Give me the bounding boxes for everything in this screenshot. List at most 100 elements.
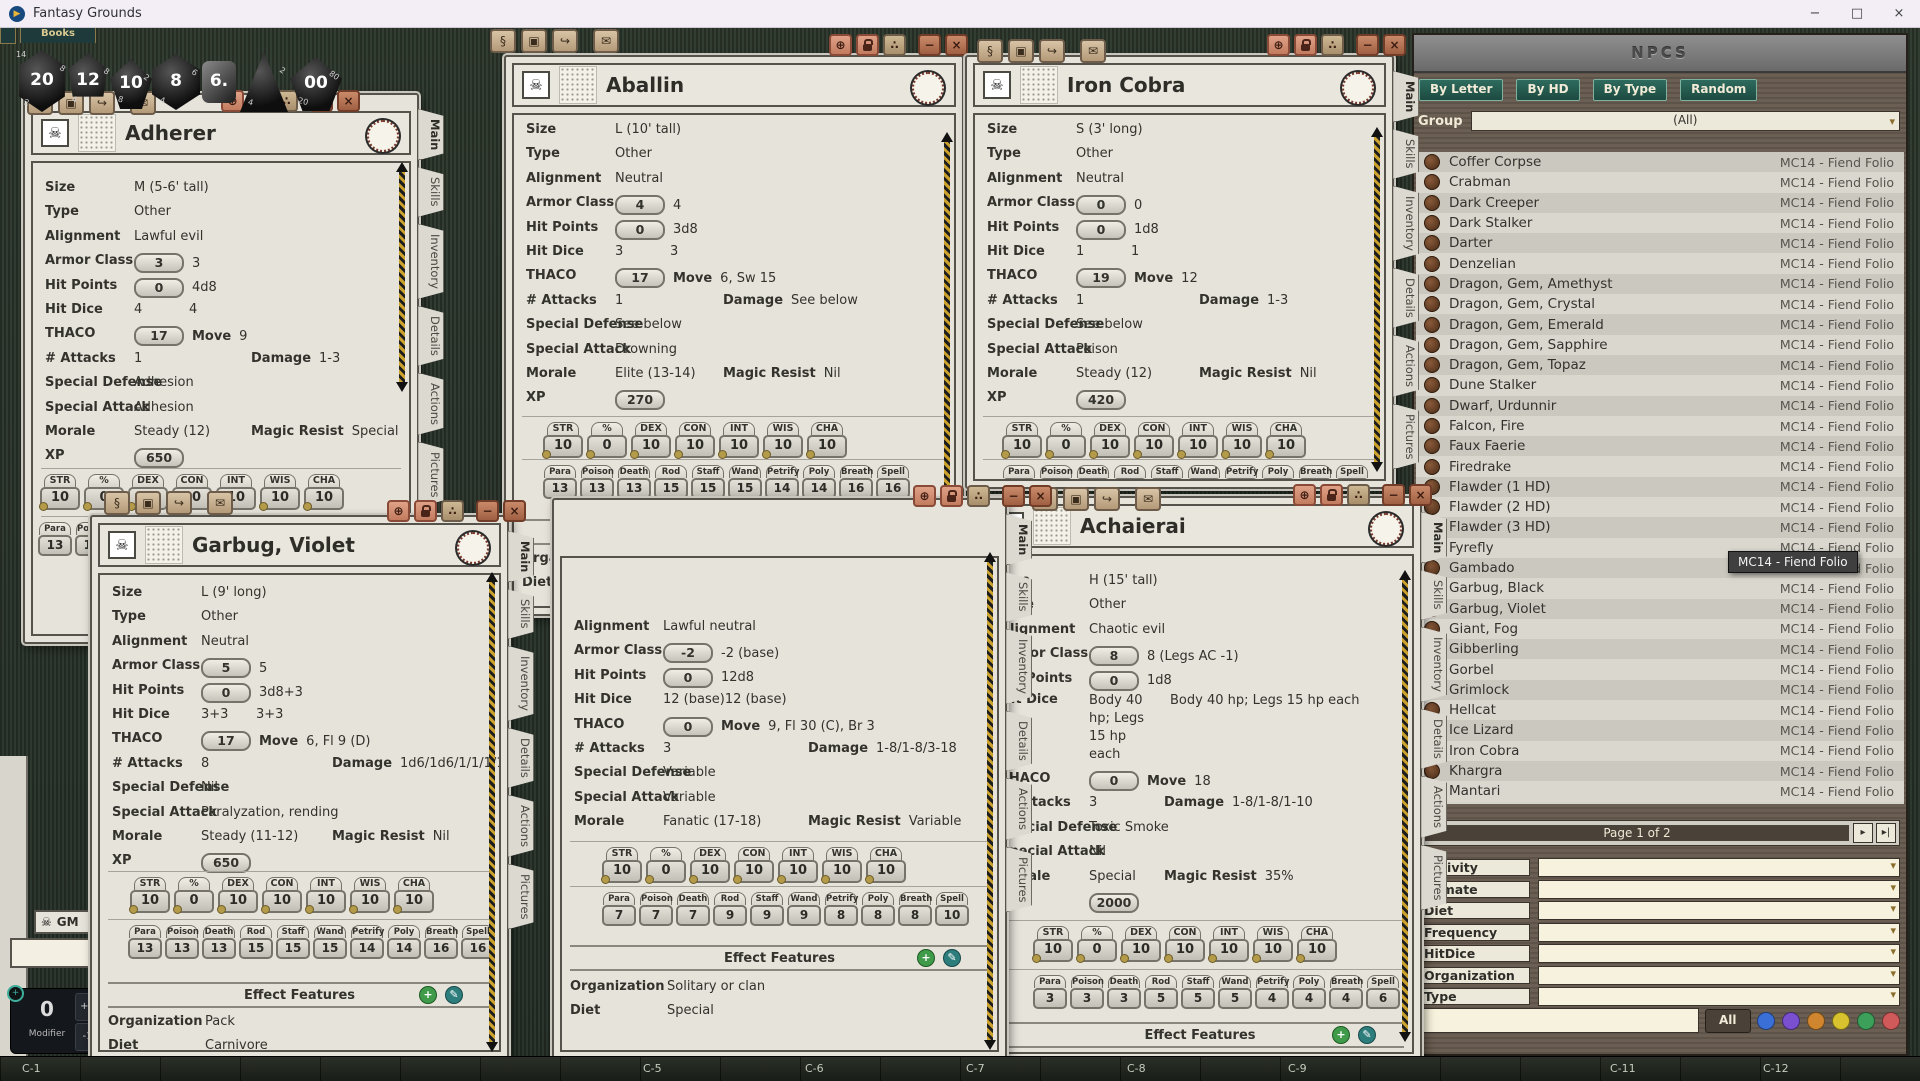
save-value-box[interactable]: 8 (898, 905, 932, 926)
stat-value-box[interactable]: 10 (1002, 435, 1042, 458)
save-value-box[interactable]: 13 (38, 535, 72, 556)
list-item[interactable]: Flawder (3 HD)MC14 - Fiend Folio (1416, 517, 1904, 537)
list-item[interactable]: Dune StalkerMC14 - Fiend Folio (1416, 375, 1904, 395)
export-icon[interactable]: ↪ (1039, 39, 1065, 63)
tab-details[interactable]: Details (1393, 268, 1419, 328)
category-color-button[interactable] (1832, 1012, 1850, 1030)
filter-input-hitdice[interactable]: ▾ (1538, 944, 1900, 963)
tab-skills[interactable]: Skills (508, 589, 534, 639)
list-item[interactable]: Dragon, Gem, SapphireMC14 - Fiend Folio (1416, 335, 1904, 355)
number-box[interactable]: 0 (1089, 771, 1139, 791)
save-value-box[interactable]: 17 (1298, 478, 1332, 481)
save-value-box[interactable]: 9 (750, 905, 784, 926)
number-box[interactable]: 420 (1076, 390, 1126, 410)
tab-pictures[interactable]: Pictures (1421, 845, 1447, 911)
window-close-button[interactable]: × (1878, 1, 1920, 27)
save-value-box[interactable]: 10 (935, 905, 969, 926)
filter-input-climate[interactable]: ▾ (1538, 880, 1900, 899)
save-value-box[interactable]: 16 (1150, 478, 1184, 481)
category-color-button[interactable] (1757, 1012, 1775, 1030)
wheel-dial-icon[interactable] (1342, 72, 1374, 104)
number-box[interactable]: 0 (1076, 220, 1126, 240)
tab-details[interactable]: Details (1421, 709, 1447, 769)
close-icon[interactable]: × (503, 500, 526, 522)
modifier-value[interactable]: 0 (25, 997, 69, 1021)
category-color-button[interactable] (1782, 1012, 1800, 1030)
stat-value-box[interactable]: 10 (866, 860, 906, 883)
save-value-box[interactable]: 15 (1261, 478, 1295, 481)
random-button[interactable]: Random (1680, 79, 1757, 101)
share-icon[interactable]: ∴ (967, 485, 990, 507)
tab-main[interactable]: Main (1393, 71, 1419, 122)
number-box[interactable]: 4 (615, 195, 665, 215)
list-item[interactable]: CrabmanMC14 - Fiend Folio (1416, 172, 1904, 192)
npc-skull-checkbox[interactable]: ☠ (108, 531, 136, 559)
wheel-dial-icon[interactable] (1370, 513, 1402, 545)
stat-value-box[interactable]: 10 (675, 435, 715, 458)
stat-value-box[interactable]: 0 (646, 860, 686, 883)
lock-icon[interactable] (1294, 34, 1317, 56)
list-item[interactable]: DarterMC14 - Fiend Folio (1416, 233, 1904, 253)
close-icon[interactable]: × (1409, 484, 1432, 506)
category-color-button[interactable] (1807, 1012, 1825, 1030)
number-box[interactable]: 0 (663, 668, 713, 688)
stat-value-box[interactable]: 10 (734, 860, 774, 883)
number-box[interactable]: 8 (1089, 646, 1139, 666)
stat-value-box[interactable]: 10 (1178, 435, 1218, 458)
minimize-icon[interactable]: − (1356, 34, 1379, 56)
d100-die[interactable]: 008020 (290, 57, 342, 111)
save-value-box[interactable]: 7 (639, 905, 673, 926)
stat-value-box[interactable]: 10 (602, 860, 642, 883)
stat-value-box[interactable]: 10 (1090, 435, 1130, 458)
save-value-box[interactable]: 15 (728, 478, 762, 499)
stat-value-box[interactable]: 10 (306, 890, 346, 913)
minimize-icon[interactable]: − (918, 34, 941, 56)
number-box[interactable]: 17 (134, 326, 184, 346)
save-value-box[interactable]: 16 (1113, 478, 1147, 481)
filter-input-activity[interactable]: ▾ (1538, 858, 1900, 877)
save-value-box[interactable]: 5 (1218, 988, 1252, 1009)
list-item[interactable]: FiredrakeMC14 - Fiend Folio (1416, 456, 1904, 476)
save-value-box[interactable]: 3 (1107, 988, 1141, 1009)
tab-details[interactable]: Details (418, 306, 444, 366)
list-item[interactable]: GorbelMC14 - Fiend Folio (1416, 659, 1904, 679)
save-value-box[interactable]: 14 (1039, 478, 1073, 481)
tab-skills[interactable]: Skills (1421, 570, 1447, 620)
number-box[interactable]: 0 (201, 683, 251, 703)
number-box[interactable]: 650 (134, 448, 184, 468)
tab-actions[interactable]: Actions (1006, 778, 1032, 840)
page-next-icon[interactable]: ▸ (1853, 823, 1873, 843)
stat-value-box[interactable]: 10 (1222, 435, 1262, 458)
edit-pencil-icon[interactable]: ✎ (1358, 1026, 1376, 1044)
tab-main[interactable]: Main (1006, 514, 1032, 565)
number-box[interactable]: 270 (615, 390, 665, 410)
number-box[interactable]: 5 (201, 658, 251, 678)
list-item[interactable]: Flawder (1 HD)MC14 - Fiend Folio (1416, 477, 1904, 497)
zoom-icon[interactable]: ⊕ (1293, 484, 1316, 506)
lock-icon[interactable] (856, 34, 879, 56)
save-value-box[interactable]: 15 (691, 478, 725, 499)
stat-value-box[interactable]: 10 (778, 860, 818, 883)
filter-input-frequency[interactable]: ▾ (1538, 923, 1900, 942)
list-item[interactable]: MantariMC14 - Fiend Folio (1416, 781, 1904, 801)
wheel-dial-icon[interactable] (367, 120, 399, 152)
list-item[interactable]: Garbug, VioletMC14 - Fiend Folio (1416, 599, 1904, 619)
copy-icon[interactable]: ▣ (1008, 39, 1034, 63)
chat-icon[interactable]: ✉ (207, 491, 233, 515)
chat-icon[interactable]: ✉ (1135, 487, 1161, 511)
npc-skull-checkbox[interactable]: ☠ (522, 71, 550, 99)
dragon-die-icon[interactable]: § (104, 491, 130, 515)
save-value-box[interactable]: 3 (1033, 988, 1067, 1009)
add-icon[interactable]: + (419, 986, 437, 1004)
list-item[interactable]: Dragon, Gem, TopazMC14 - Fiend Folio (1416, 355, 1904, 375)
list-item[interactable]: Iron CobraMC14 - Fiend Folio (1416, 741, 1904, 761)
npc-portrait-thumbnail[interactable] (559, 66, 597, 104)
number-box[interactable]: -2 (663, 643, 713, 663)
share-icon[interactable]: ∴ (441, 500, 464, 522)
save-value-box[interactable]: 15 (313, 938, 347, 959)
minimize-icon[interactable]: − (1002, 485, 1025, 507)
list-item[interactable]: HellcatMC14 - Fiend Folio (1416, 700, 1904, 720)
save-value-box[interactable]: 4 (1292, 988, 1326, 1009)
tab-inventory[interactable]: Inventory (508, 646, 534, 721)
copy-icon[interactable]: ▣ (135, 491, 161, 515)
